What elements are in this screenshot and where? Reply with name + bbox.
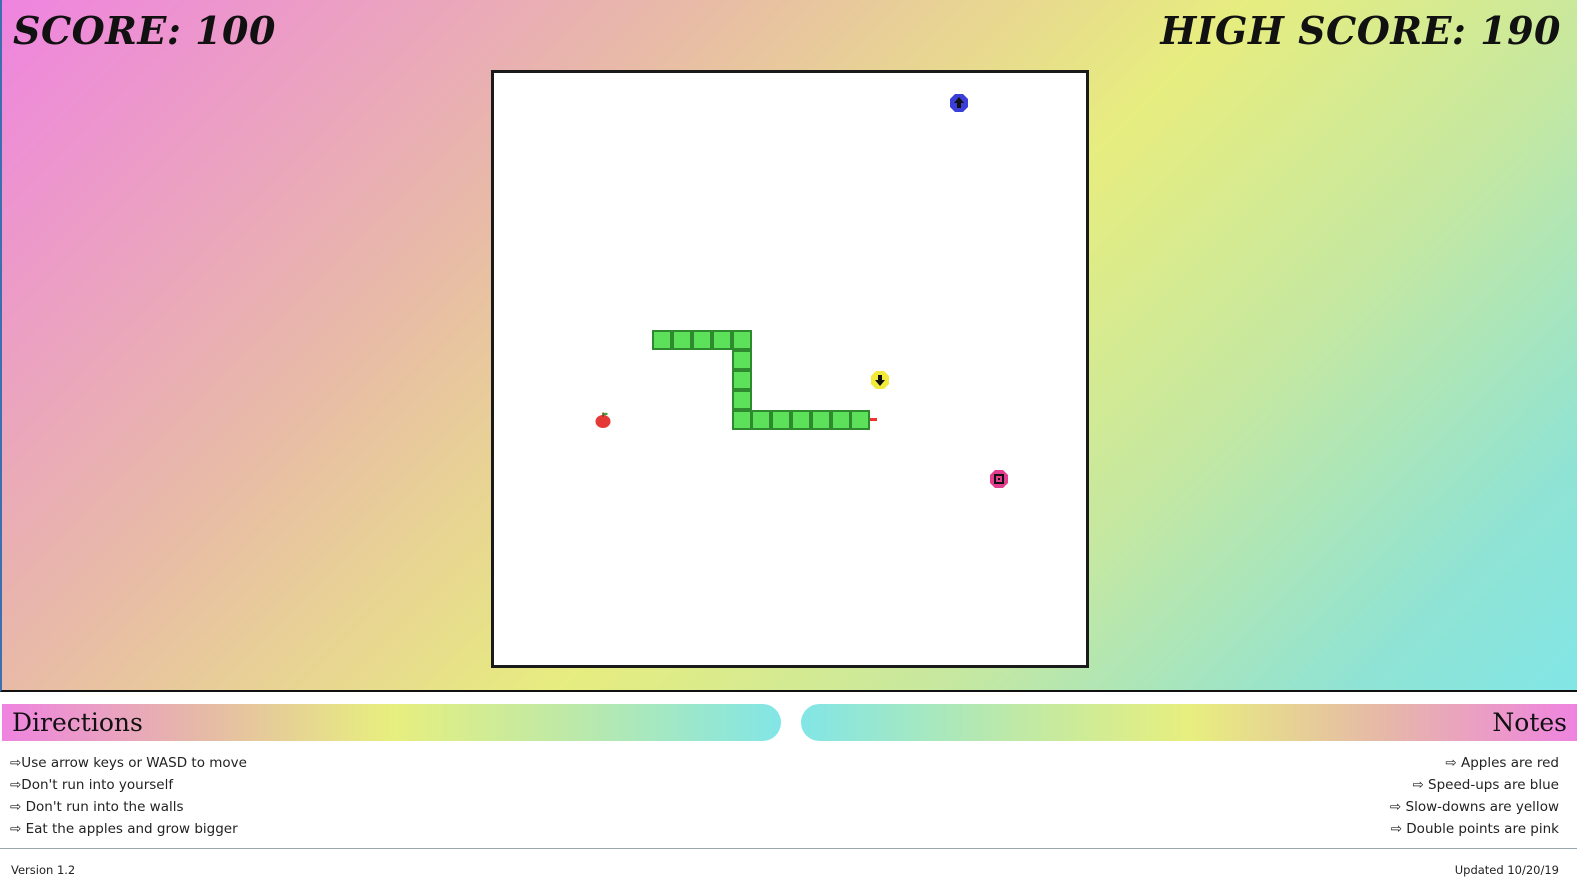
updated-label: Updated 10/20/19 [1454, 863, 1559, 877]
game-area: SCORE: 100 HIGH SCORE: 190 [0, 0, 1577, 692]
directions-item: ⇨ Don't run into the walls [10, 799, 184, 815]
apple-icon [593, 410, 613, 430]
snake-segment [711, 330, 732, 351]
snake-segment [791, 409, 811, 430]
snake-segment [731, 370, 752, 390]
directions-header: Directions [2, 704, 781, 741]
high-score-display: HIGH SCORE: 190 [1160, 8, 1561, 53]
score-display: SCORE: 100 [13, 8, 276, 53]
notes-title: Notes [1492, 708, 1567, 737]
directions-title: Directions [12, 708, 143, 737]
snake-segment [731, 330, 752, 351]
snake-segment [731, 409, 752, 430]
snake-segment [771, 409, 792, 430]
snake-segment [731, 389, 752, 410]
notes-item: ⇨ Apples are red [1445, 755, 1559, 771]
footer-divider [0, 848, 1577, 849]
notes-item: ⇨ Double points are pink [1390, 821, 1559, 837]
notes-header: Notes [801, 704, 1577, 741]
notes-list: ⇨ Apples are red ⇨ Speed-ups are blue ⇨ … [1390, 752, 1559, 840]
directions-item: ⇨ Eat the apples and grow bigger [10, 821, 238, 837]
snake-segment [751, 409, 772, 430]
double-points-icon [989, 469, 1009, 489]
notes-item: ⇨ Slow-downs are yellow [1389, 799, 1559, 815]
snake-head [850, 409, 871, 430]
snake-segment [830, 409, 851, 430]
snake-segment [731, 350, 752, 371]
snake-tongue [870, 417, 878, 421]
game-board[interactable] [491, 70, 1089, 668]
slow-down-icon [870, 370, 890, 390]
directions-item: ⇨Use arrow keys or WASD to move [10, 755, 247, 771]
directions-list: ⇨Use arrow keys or WASD to move ⇨Don't r… [10, 752, 247, 840]
snake-segment [652, 330, 673, 351]
snake-segment [810, 409, 831, 430]
snake-segment [672, 330, 693, 351]
snake-segment [692, 330, 712, 351]
version-label: Version 1.2 [11, 863, 76, 877]
speed-up-icon [949, 93, 969, 113]
notes-item: ⇨ Speed-ups are blue [1412, 777, 1559, 793]
directions-item: ⇨Don't run into yourself [10, 777, 174, 793]
